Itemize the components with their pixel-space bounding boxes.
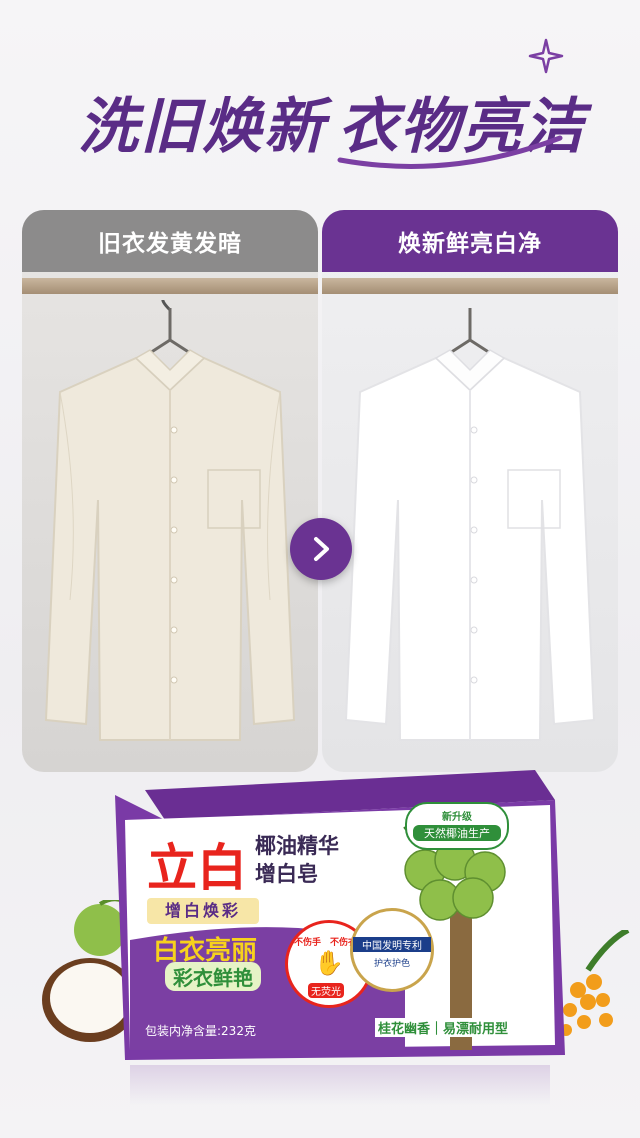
white-shirt-image bbox=[344, 308, 596, 741]
before-label: 旧衣发黄发暗 bbox=[22, 210, 318, 272]
brand-logo: 立白 bbox=[147, 840, 247, 896]
product-name-line1: 椰油精华 bbox=[255, 834, 339, 858]
upgrade-badge-line2: 天然椰油生产 bbox=[413, 825, 501, 841]
hand-seal-top: 不伤手 bbox=[294, 938, 322, 948]
patent-seal-label: 中国发明专利 bbox=[353, 937, 431, 952]
after-panel: 焕新鲜亮白净 bbox=[322, 210, 618, 772]
upgrade-badge: 新升级 天然椰油生产 bbox=[405, 802, 509, 850]
hand-icon: ✋ bbox=[314, 949, 344, 977]
clothes-rail bbox=[322, 278, 618, 294]
patent-seal: 中国发明专利 护衣护色 bbox=[350, 908, 434, 992]
headline-swoosh bbox=[337, 135, 563, 169]
sparkle-icon bbox=[528, 38, 564, 74]
slogan-colored-clothes: 彩衣鲜艳 bbox=[165, 962, 261, 991]
scent-line: 桂花幽香｜易漂耐用型 bbox=[375, 1018, 512, 1037]
soap-product-box: 立白 椰油精华 增白皂 新升级 天然椰油生产 增白焕彩 白衣亮丽 彩衣鲜艳 不伤… bbox=[105, 760, 575, 1065]
hand-seal-bottom: 无荧光 bbox=[308, 983, 344, 998]
feature-tag: 增白焕彩 bbox=[147, 898, 259, 924]
patent-seal-sub: 护衣护色 bbox=[373, 959, 410, 969]
product-name-line2: 增白皂 bbox=[255, 862, 318, 886]
clothes-rail bbox=[22, 278, 318, 294]
chevron-right-icon bbox=[290, 518, 352, 580]
weight-line: 包装内净含量:232克 bbox=[145, 1024, 256, 1038]
before-panel: 旧衣发黄发暗 bbox=[22, 210, 318, 772]
headline-part1: 洗旧焕新 bbox=[78, 92, 326, 162]
product-reflection bbox=[130, 1065, 550, 1105]
after-label: 焕新鲜亮白净 bbox=[322, 210, 618, 272]
upgrade-badge-line1: 新升级 bbox=[442, 812, 472, 823]
yellowed-shirt-image bbox=[44, 300, 296, 741]
